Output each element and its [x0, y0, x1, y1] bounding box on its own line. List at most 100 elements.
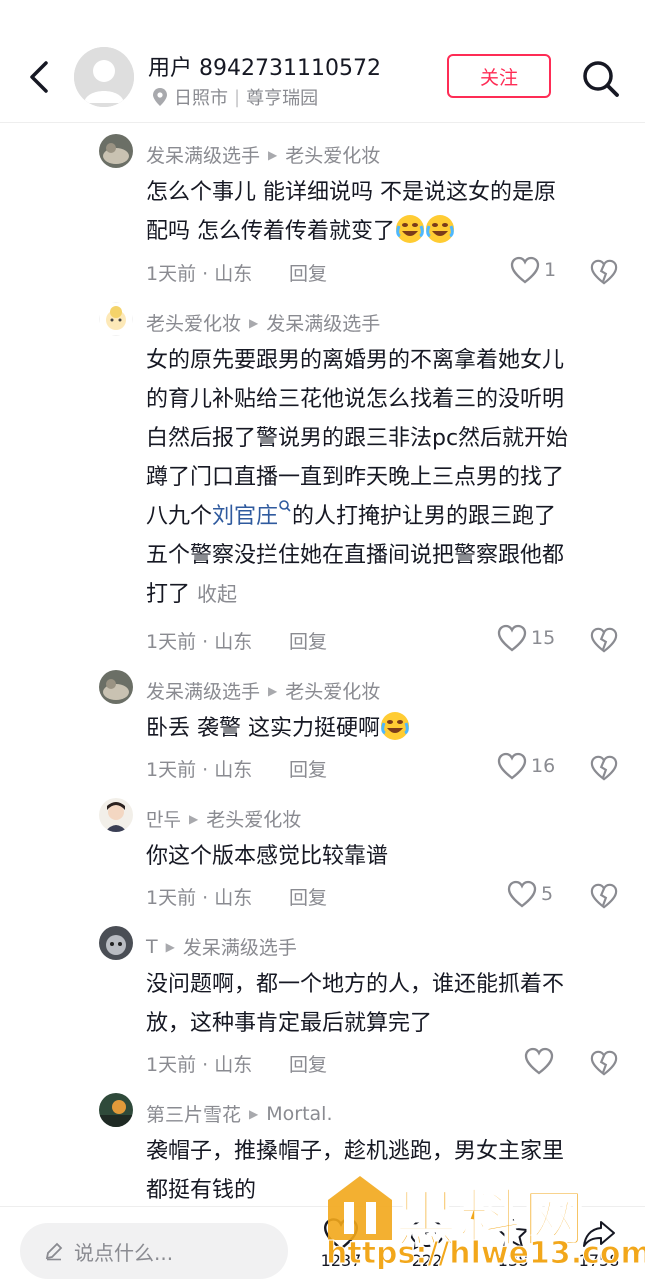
avatar-cat-image-icon: [99, 670, 133, 704]
comment-line: 打了 收起: [146, 575, 616, 614]
commenter-avatar[interactable]: [99, 302, 133, 336]
heart-icon: [497, 624, 527, 652]
reply-button[interactable]: 回复: [289, 883, 327, 910]
comment-input-placeholder: 说点什么...: [74, 1240, 174, 1265]
comment-meta: 1天前 · 山东: [146, 631, 253, 653]
reply-arrow-icon: ▶: [249, 1106, 259, 1121]
comment-reply-to[interactable]: 发呆满级选手: [183, 933, 297, 960]
location-place[interactable]: 尊亨瑞园: [246, 84, 318, 110]
avatar-cartoon-image-icon: [99, 302, 133, 336]
comment-line: 五个警察没拦住她在直播间说把警察跟他都: [146, 543, 565, 568]
comment-line-with-emoji: 卧丢 袭警 这实力挺硬啊: [146, 709, 616, 748]
comment-line: 八九个刘官庄 的人打掩护让男的跟三跑了: [146, 497, 616, 536]
comment-author[interactable]: 만두: [146, 805, 181, 832]
comment-meta: 1天前 · 山东: [146, 1054, 253, 1076]
like-button[interactable]: 1: [510, 256, 556, 284]
broken-heart-icon[interactable]: [590, 1049, 618, 1077]
comment-reply-to[interactable]: Mortal.: [266, 1103, 332, 1125]
comment-meta: 1天前 · 山东: [146, 263, 253, 285]
commenter-avatar[interactable]: [99, 926, 133, 960]
crying-laughing-emoji-icon: [396, 215, 424, 243]
comment-text: 没问题啊，都一个地方的人，谁还能抓着不 放，这种事肯定最后就算完了: [146, 965, 616, 1043]
comment-line: 女的原先要跟男的离婚男的不离拿着她女儿: [146, 348, 565, 373]
comment-line: 袭帽子，推搡帽子，趁机逃跑，男女主家里: [146, 1139, 565, 1164]
broken-heart-icon[interactable]: [590, 882, 618, 910]
comment-line: 的育儿补贴给三花他说怎么找着三的没听明: [146, 387, 565, 412]
reply-button[interactable]: 回复: [289, 755, 327, 782]
broken-heart-icon[interactable]: [590, 754, 618, 782]
location-row: 日照市 | 尊亨瑞园: [152, 84, 318, 110]
comment-line: 放，这种事肯定最后就算完了: [146, 1011, 433, 1036]
username: 用户 8942731110572: [148, 56, 381, 81]
commenter-avatar[interactable]: [99, 798, 133, 832]
comment-reply-to[interactable]: 发呆满级选手: [266, 309, 380, 336]
crying-laughing-emoji-icon: [381, 712, 409, 740]
comment-text-span: 的人打掩护让男的跟三跑了: [292, 504, 557, 529]
commenter-avatar[interactable]: [99, 670, 133, 704]
comment-reply-to[interactable]: 老头爱化妆: [285, 141, 380, 168]
commenter-avatar[interactable]: [99, 1093, 133, 1127]
heart-icon: [510, 256, 540, 284]
comment-line: 卧丢 袭警 这实力挺硬啊: [146, 716, 380, 741]
location-pin-icon: [153, 88, 167, 106]
comment-line: 白然后报了警说男的跟三非法pc然后就开始: [146, 426, 569, 451]
avatar-person-image-icon: [99, 798, 133, 832]
place-link[interactable]: 刘官庄: [212, 504, 278, 529]
broken-heart-icon[interactable]: [590, 258, 618, 286]
like-button[interactable]: 15: [497, 624, 555, 652]
location-city: 日照市: [174, 88, 228, 109]
comment-text: 卧丢 袭警 这实力挺硬啊: [146, 709, 616, 748]
like-count: 15: [531, 627, 556, 649]
comment-authors: T ▶ 发呆满级选手: [146, 933, 297, 960]
like-count: 16: [531, 755, 556, 777]
watermark-url: https://hlwe13.com: [326, 1236, 645, 1272]
comment-text-span: 打了: [146, 582, 191, 607]
comment-meta: 1天前 · 山东: [146, 887, 253, 909]
reply-button[interactable]: 回复: [289, 627, 327, 654]
comment-line: 配吗 怎么传着传着就变了: [146, 219, 395, 244]
user-avatar[interactable]: [74, 47, 134, 107]
comment-author[interactable]: 发呆满级选手: [146, 677, 260, 704]
comment-reply-to[interactable]: 老头爱化妆: [285, 677, 380, 704]
comment-author[interactable]: 老头爱化妆: [146, 309, 241, 336]
comment-author[interactable]: 发呆满级选手: [146, 141, 260, 168]
follow-button[interactable]: 关注: [447, 54, 551, 98]
like-button[interactable]: 16: [497, 752, 555, 780]
crying-laughing-emoji-icon: [426, 215, 454, 243]
pencil-icon: [45, 1242, 63, 1261]
avatar-landscape-image-icon: [99, 1093, 133, 1127]
comment-author[interactable]: T: [146, 936, 158, 958]
like-button[interactable]: [524, 1047, 558, 1075]
like-button[interactable]: 5: [507, 880, 553, 908]
comment-authors: 发呆满级选手 ▶ 老头爱化妆: [146, 141, 380, 168]
reply-button[interactable]: 回复: [289, 1050, 327, 1077]
comment-authors: 发呆满级选手 ▶ 老头爱化妆: [146, 677, 380, 704]
comment-line: 没问题啊，都一个地方的人，谁还能抓着不: [146, 972, 565, 997]
back-arrow-icon[interactable]: [20, 55, 60, 99]
comment-reply-to[interactable]: 老头爱化妆: [206, 805, 301, 832]
reply-button[interactable]: 回复: [289, 259, 327, 286]
comment-line: 怎么个事儿 能详细说吗 不是说这女的是原: [146, 180, 556, 205]
comment-author[interactable]: 第三片雪花: [146, 1100, 241, 1127]
broken-heart-icon[interactable]: [590, 626, 618, 654]
search-icon[interactable]: [580, 58, 622, 100]
comment-authors: 老头爱化妆 ▶ 发呆满级选手: [146, 309, 380, 336]
comment-line-with-emoji: 配吗 怎么传着传着就变了: [146, 212, 616, 251]
comment-meta: 1天前 · 山东: [146, 759, 253, 781]
comment-text: 你这个版本感觉比较靠谱: [146, 837, 616, 876]
comment-authors: 第三片雪花 ▶ Mortal.: [146, 1100, 333, 1127]
location-separator: |: [234, 86, 241, 108]
like-count: 5: [541, 883, 554, 905]
heart-icon: [507, 880, 537, 908]
comment-input[interactable]: 说点什么...: [20, 1223, 288, 1279]
top-bar: 用户 8942731110572 日照市 | 尊亨瑞园 关注: [0, 0, 645, 123]
collapse-button[interactable]: 收起: [197, 582, 237, 606]
comment-text-span: 八九个: [146, 504, 213, 529]
reply-arrow-icon: ▶: [188, 811, 199, 826]
reply-arrow-icon: ▶: [268, 147, 278, 162]
comment-line: 蹲了门口直播一直到昨天晚上三点男的找了: [146, 465, 565, 490]
reply-arrow-icon: ▶: [249, 315, 259, 330]
commenter-avatar[interactable]: [99, 134, 133, 168]
comment-text: 女的原先要跟男的离婚男的不离拿着她女儿 的育儿补贴给三花他说怎么找着三的没听明 …: [146, 341, 616, 614]
comment-authors: 만두 ▶ 老头爱化妆: [146, 805, 301, 832]
